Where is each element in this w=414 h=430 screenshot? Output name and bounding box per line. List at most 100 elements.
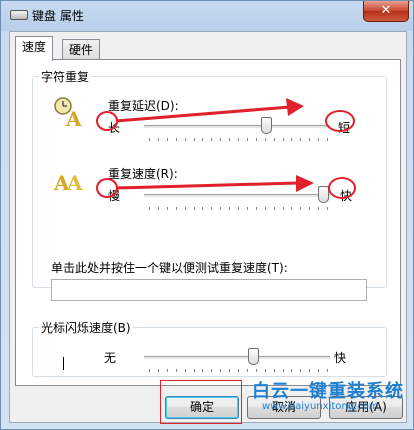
tab-speed[interactable]: 速度 [15, 36, 54, 61]
slider-tick [220, 207, 222, 210]
slider-tick [246, 207, 248, 210]
slider-tick [193, 369, 195, 372]
repeat-rate-ticks [149, 207, 328, 211]
annotation-circle-short [325, 110, 355, 132]
annotation-ok-highlight [160, 380, 242, 424]
slider-tick [309, 207, 311, 210]
repeat-rate-label: 重复速度(R): [108, 167, 178, 181]
annotation-circle-slow [96, 178, 118, 198]
speed-tab-panel: 字符重复 A 重复延迟(D): 长 短 A A 重复速度(R): 慢 快 单击此… [15, 59, 401, 386]
cursor-blink-title: 光标闪烁速度(B) [39, 319, 133, 336]
slider-tick [255, 369, 257, 372]
slider-tick [157, 138, 159, 141]
repeat-delay-slider-thumb[interactable] [260, 117, 272, 134]
slider-tick [229, 138, 231, 141]
slider-tick [184, 138, 186, 141]
slider-tick [282, 138, 284, 141]
title-bar[interactable]: 键盘 属性 ✕ [1, 1, 413, 29]
slider-tick [202, 138, 204, 141]
slider-tick [273, 369, 275, 372]
slider-tick [175, 369, 177, 372]
slider-tick [149, 369, 150, 372]
slider-tick [264, 138, 266, 141]
slider-tick [309, 138, 311, 141]
slider-tick [300, 369, 302, 372]
character-repeat-title: 字符重复 [39, 68, 92, 85]
slider-tick [175, 138, 177, 141]
slider-tick [193, 207, 195, 210]
slider-tick [157, 207, 159, 210]
slider-tick [202, 369, 204, 372]
apply-button[interactable]: 应用(A) [329, 396, 403, 419]
slider-tick [184, 207, 186, 210]
slider-tick [282, 369, 284, 372]
slider-tick [193, 138, 195, 141]
repeat-delay-slider[interactable] [144, 125, 330, 129]
slider-tick [246, 369, 248, 372]
slider-tick [291, 138, 293, 141]
repeat-rate-icon: A A [54, 171, 83, 194]
slider-tick [255, 138, 257, 141]
slider-tick [229, 369, 231, 372]
slider-tick [318, 138, 320, 141]
repeat-test-input[interactable] [51, 279, 367, 301]
cursor-blink-slider-thumb[interactable] [248, 348, 260, 365]
keyboard-properties-window: 键盘 属性 ✕ 速度 硬件 字符重复 A 重复延迟(D): 长 短 A A 重复… [0, 0, 414, 430]
slider-tick [166, 138, 168, 141]
svg-text:A: A [65, 107, 82, 128]
dialog-body: 速度 硬件 字符重复 A 重复延迟(D): 长 短 A A 重复速度(R): 慢… [9, 31, 407, 423]
repeat-rate-slider[interactable] [144, 194, 330, 198]
slider-tick [202, 207, 204, 210]
slider-tick [309, 369, 311, 372]
slider-tick [238, 138, 239, 141]
slider-tick [166, 369, 168, 372]
slider-tick [211, 207, 213, 210]
slider-tick [175, 207, 177, 210]
cursor-blink-ticks [149, 369, 328, 373]
slider-tick [149, 138, 150, 141]
svg-text:A: A [66, 171, 83, 194]
slider-tick [327, 138, 328, 141]
slider-tick [157, 369, 159, 372]
slider-tick [291, 369, 293, 372]
window-title: 键盘 属性 [32, 9, 84, 23]
annotation-circle-fast [328, 177, 356, 199]
slider-tick [255, 207, 257, 210]
slider-tick [220, 138, 222, 141]
repeat-delay-label: 重复延迟(D): [108, 99, 179, 113]
repeat-delay-ticks [149, 138, 328, 142]
slider-tick [300, 138, 302, 141]
slider-tick [246, 138, 248, 141]
repeat-delay-icon: A [54, 97, 82, 128]
cancel-button[interactable]: 取消 [247, 396, 321, 419]
slider-tick [264, 207, 266, 210]
slider-tick [282, 207, 284, 210]
slider-tick [211, 138, 213, 141]
slider-tick [318, 207, 320, 210]
slider-tick [238, 207, 239, 210]
slider-tick [327, 207, 328, 210]
slider-tick [327, 369, 328, 372]
slider-tick [238, 369, 239, 372]
slider-tick [318, 369, 320, 372]
slider-tick [273, 207, 275, 210]
keyboard-icon [10, 10, 28, 20]
slider-tick [264, 369, 266, 372]
slider-tick [273, 138, 275, 141]
slider-tick [220, 369, 222, 372]
annotation-circle-long [96, 111, 118, 131]
tab-hardware[interactable]: 硬件 [62, 39, 101, 60]
slider-tick [149, 207, 150, 210]
cursor-blink-max-label: 快 [334, 351, 347, 365]
repeat-test-label: 单击此处并按住一个键以便测试重复速度(T): [51, 261, 288, 275]
slider-tick [184, 369, 186, 372]
cursor-blink-min-label: 无 [104, 351, 117, 365]
slider-tick [211, 369, 213, 372]
slider-tick [291, 207, 293, 210]
cursor-preview-icon [63, 357, 64, 370]
cursor-blink-slider[interactable] [144, 356, 330, 360]
close-button[interactable]: ✕ [363, 1, 409, 22]
slider-tick [166, 207, 168, 210]
slider-tick [229, 207, 231, 210]
slider-tick [300, 207, 302, 210]
